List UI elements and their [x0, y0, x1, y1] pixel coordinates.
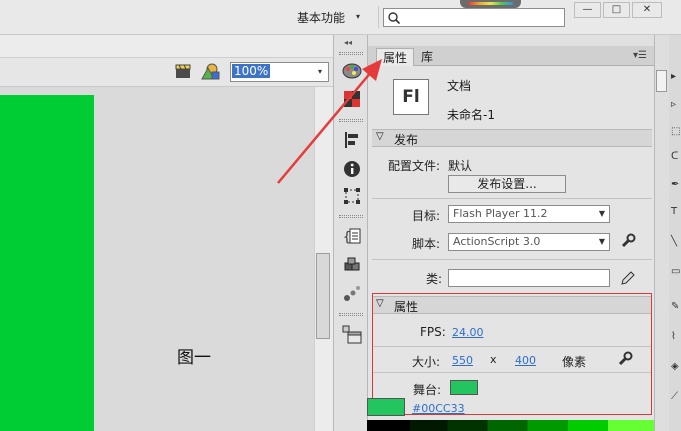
brush-tool-icon[interactable]: ⌇: [671, 330, 681, 344]
scrollbar-thumb[interactable]: [656, 70, 667, 92]
lasso-tool-icon[interactable]: ᑕ: [671, 150, 681, 164]
stage-canvas[interactable]: [0, 95, 94, 431]
collapse-icon[interactable]: ◂◂: [344, 38, 352, 47]
pencil-tool-icon[interactable]: ✎: [671, 300, 681, 314]
rectangle-tool-icon[interactable]: ▭: [671, 265, 681, 279]
highlight-box: [372, 293, 652, 415]
search-icon: [388, 12, 401, 25]
minimize-button[interactable]: —: [574, 2, 601, 18]
workspace-switcher-label[interactable]: 基本功能: [297, 9, 345, 26]
panel-menu-icon[interactable]: ▾☰: [633, 50, 647, 61]
subselect-tool-icon[interactable]: ▹: [671, 98, 681, 112]
project-icon[interactable]: [342, 325, 362, 345]
target-select[interactable]: Flash Player 11.2 ▼: [448, 205, 610, 223]
search-input[interactable]: [383, 8, 565, 27]
color-palette[interactable]: [367, 420, 654, 431]
close-button[interactable]: ✕: [632, 2, 662, 18]
figure-caption: 图一: [177, 348, 211, 368]
panel-header: [368, 35, 654, 46]
transform-tool-icon[interactable]: ⬚: [671, 125, 681, 139]
tab-library[interactable]: 库: [415, 48, 439, 66]
divider: [372, 259, 652, 260]
grip-color-bar: [468, 2, 513, 5]
divider: [339, 215, 363, 218]
publish-section-title: 发布: [394, 133, 419, 147]
edit-scene-icon[interactable]: [175, 63, 193, 81]
pen-tool-icon[interactable]: ✒: [671, 178, 681, 192]
document-type-label: 文档: [447, 79, 472, 93]
color-hex-value: #00CC33: [412, 402, 465, 415]
components-icon[interactable]: [342, 256, 362, 276]
script-label: 脚本:: [412, 237, 441, 251]
target-value: Flash Player 11.2: [453, 207, 548, 220]
profile-value: 默认: [448, 159, 473, 173]
selection-tool-icon[interactable]: ▸: [671, 70, 681, 84]
bucket-tool-icon[interactable]: ◈: [671, 360, 681, 374]
divider: [372, 198, 652, 199]
target-label: 目标:: [412, 209, 441, 223]
class-input[interactable]: [448, 269, 610, 287]
document-name: 未命名-1: [447, 108, 495, 122]
workspace-chevron-down-icon[interactable]: ▾: [356, 12, 360, 21]
chevron-down-icon: ▼: [598, 237, 605, 246]
code-snippets-icon[interactable]: {: [342, 227, 362, 247]
edit-symbol-icon[interactable]: [200, 62, 222, 82]
profile-label: 配置文件:: [388, 159, 441, 173]
zoom-value[interactable]: 100%: [232, 64, 271, 78]
edit-class-pencil-icon[interactable]: [620, 270, 636, 286]
divider: [339, 313, 363, 316]
divider: [378, 6, 379, 28]
text-tool-icon[interactable]: T: [671, 205, 681, 219]
maximize-button[interactable]: □: [603, 2, 630, 18]
script-settings-wrench-icon[interactable]: [620, 233, 636, 249]
script-value: ActionScript 3.0: [453, 235, 541, 248]
chevron-down-icon: ▼: [598, 209, 605, 218]
motion-presets-icon[interactable]: [342, 284, 362, 304]
publish-settings-button[interactable]: 发布设置...: [448, 175, 566, 193]
scrollbar-thumb[interactable]: [316, 253, 330, 339]
publish-section-header[interactable]: ▽ 发布: [372, 129, 652, 147]
document-file-icon: Fl: [393, 79, 429, 115]
class-label: 类:: [426, 272, 443, 286]
color-picker-preview: [367, 398, 405, 416]
annotation-arrow: [277, 59, 382, 184]
panel-scrollbar[interactable]: [654, 35, 669, 431]
script-select[interactable]: ActionScript 3.0 ▼: [448, 233, 610, 251]
transform-icon[interactable]: [342, 187, 362, 207]
eyedropper-tool-icon[interactable]: ⟋: [671, 390, 681, 404]
line-tool-icon[interactable]: ╲: [671, 235, 681, 249]
